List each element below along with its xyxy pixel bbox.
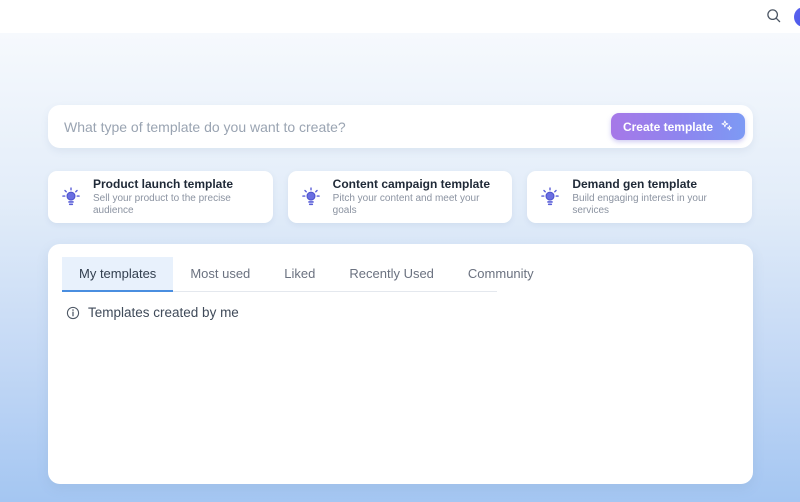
create-template-button[interactable]: Create template [611, 113, 745, 140]
empty-state-text: Templates created by me [88, 305, 239, 320]
topbar [0, 0, 800, 33]
search-icon [765, 7, 782, 27]
card-text: Demand gen template Build engaging inter… [572, 177, 740, 217]
tab-most-used[interactable]: Most used [173, 257, 267, 292]
card-title: Demand gen template [572, 177, 740, 191]
lightbulb-icon [60, 186, 82, 208]
card-subtitle: Build engaging interest in your services [572, 193, 740, 217]
card-title: Product launch template [93, 177, 261, 191]
lightbulb-icon [300, 186, 322, 208]
create-template-label: Create template [623, 120, 713, 134]
templates-tabs: My templates Most used Liked Recently Us… [62, 257, 497, 292]
app-window: Create template [0, 0, 800, 502]
card-text: Content campaign template Pitch your con… [333, 177, 501, 217]
card-content-campaign[interactable]: Content campaign template Pitch your con… [288, 171, 513, 223]
card-subtitle: Pitch your content and meet your goals [333, 193, 501, 217]
tab-recently-used[interactable]: Recently Used [332, 257, 451, 292]
empty-state-row: Templates created by me [62, 305, 739, 320]
sparkles-icon [720, 119, 733, 135]
card-product-launch[interactable]: Product launch template Sell your produc… [48, 171, 273, 223]
tab-community[interactable]: Community [451, 257, 551, 292]
template-prompt-input[interactable] [64, 119, 611, 135]
card-text: Product launch template Sell your produc… [93, 177, 261, 217]
avatar[interactable] [794, 7, 800, 27]
search-button[interactable] [764, 8, 782, 26]
templates-panel: My templates Most used Liked Recently Us… [48, 244, 753, 484]
card-subtitle: Sell your product to the precise audienc… [93, 193, 261, 217]
workspace: Create template [0, 33, 800, 502]
lightbulb-icon [539, 186, 561, 208]
tab-liked[interactable]: Liked [267, 257, 332, 292]
tab-my-templates[interactable]: My templates [62, 257, 173, 292]
info-icon [66, 306, 80, 320]
suggestion-cards: Product launch template Sell your produc… [48, 171, 752, 223]
card-title: Content campaign template [333, 177, 501, 191]
template-composer: Create template [48, 105, 753, 148]
card-demand-gen[interactable]: Demand gen template Build engaging inter… [527, 171, 752, 223]
